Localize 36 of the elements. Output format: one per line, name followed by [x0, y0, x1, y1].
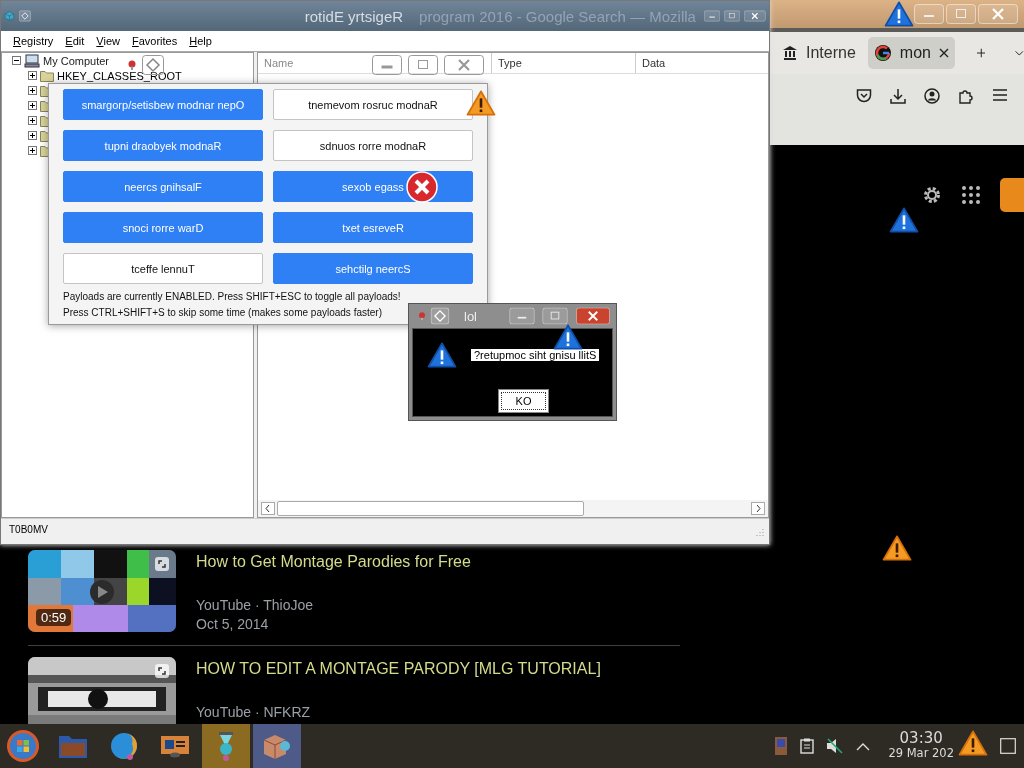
result-source: YouTube · ThioJoe	[196, 596, 314, 614]
payload-button[interactable]: neercs gnihsalF	[63, 171, 263, 202]
payload-button[interactable]: smargorp/setisbew modnar nepO	[63, 89, 263, 120]
payload-button[interactable]: sdnuos rorre modnaR	[273, 130, 473, 161]
payload-button[interactable]: snoci rorre warD	[63, 212, 263, 243]
window-title: lol	[464, 308, 477, 324]
menu-item[interactable]: Favorites	[126, 35, 184, 47]
menu-item[interactable]: Edit	[59, 35, 91, 47]
video-duration: 0:59	[36, 609, 72, 626]
result-date: Oct 5, 2014	[196, 615, 270, 633]
menu-item[interactable]: View	[90, 35, 126, 47]
browser-tab[interactable]: mon	[867, 37, 955, 69]
status-text: Press CTRL+SHIFT+S to skip some time (makes some payloads faster)	[63, 306, 382, 320]
result-title[interactable]: HOW TO EDIT A MONTAGE PARODY [MLG TUTORIAL]	[196, 659, 601, 679]
payload-button[interactable]: txet esreveR	[273, 212, 473, 243]
column-header[interactable]: Type	[498, 57, 522, 69]
payload-button[interactable]: tceffe lennuT	[63, 253, 263, 284]
message-text: ?retupmoc siht gnisu llitS	[471, 348, 600, 361]
payload-button[interactable]: tupni draobyek modnaR	[63, 130, 263, 161]
status-text: T0B0MV	[9, 523, 48, 537]
tree-item[interactable]: HKEY_CLASSES_ROOT	[57, 69, 182, 82]
menu-item[interactable]: Help	[183, 35, 218, 47]
payload-button[interactable]: sehctilg neercS	[273, 253, 473, 284]
clock: 03:30	[899, 731, 943, 746]
result-title[interactable]: How to Get Montage Parodies for Free	[196, 552, 471, 572]
result-source: YouTube · NFKRZ	[196, 703, 312, 721]
column-header[interactable]: Data	[642, 57, 666, 69]
column-header[interactable]: Name	[264, 57, 294, 69]
tree-item[interactable]: My Computer	[43, 54, 110, 67]
window-title: rotidE yrtsigeR	[304, 7, 404, 25]
menu-item[interactable]: Registry	[7, 35, 60, 47]
ok-button[interactable]: KO	[498, 389, 549, 414]
payload-button[interactable]: tnemevom rosruc modnaR	[273, 89, 473, 120]
date: 29 Mar 202	[888, 746, 954, 761]
status-text: Payloads are currently ENABLED. Press SHIFT+ESC to toggle all payloads!	[63, 290, 401, 304]
browser-tab[interactable]: Interne	[776, 37, 862, 69]
